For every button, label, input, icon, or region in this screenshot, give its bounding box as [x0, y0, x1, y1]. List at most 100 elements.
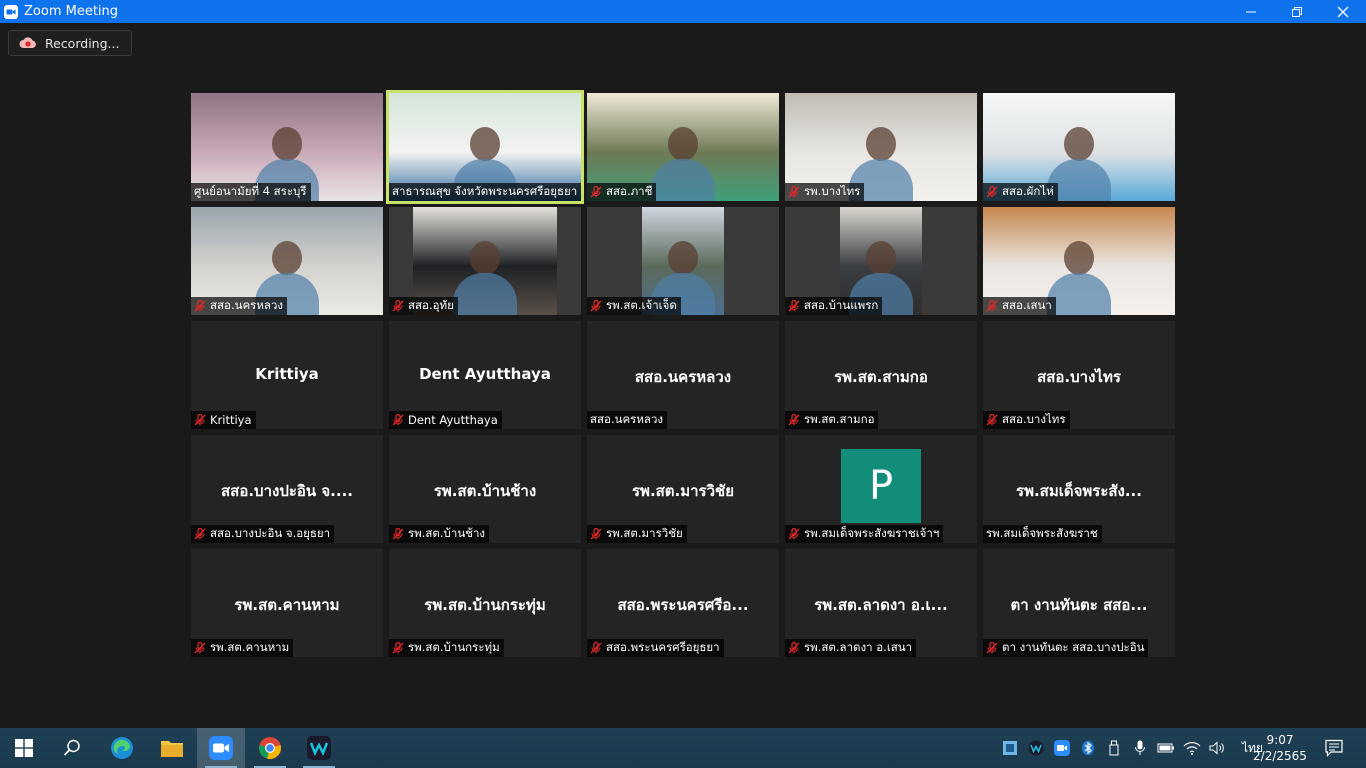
participant-label-text: สสอ.นครหลวง: [590, 412, 664, 426]
participant-display-name: รพ.สต.สามกอ: [834, 368, 928, 386]
participant-name-label: รพ.สต.บ้านกระทุ่ม: [389, 639, 504, 657]
participant-name-label: รพ.สต.สามกอ: [785, 411, 879, 429]
participant-display-name: สสอ.นครหลวง: [634, 368, 732, 386]
network-app-icon[interactable]: [1000, 738, 1020, 758]
zoom-app-icon: [4, 4, 18, 19]
participant-name-label: สสอ.นครหลวง: [587, 411, 668, 429]
microphone-icon[interactable]: [1130, 738, 1150, 758]
participant-label-text: สสอ.บ้านแพรก: [804, 298, 879, 312]
participant-display-name: รพ.สต.บ้านกระทุ่ม: [424, 596, 546, 614]
participant-name-label: สสอ.บางปะอิน จ.อยุธยา: [191, 525, 335, 543]
webex-icon[interactable]: [295, 728, 343, 768]
participant-display-name: Dent Ayutthaya: [419, 365, 551, 383]
participant-tile[interactable]: สาธารณสุข จังหวัดพระนครศรีอยุธยา: [386, 90, 584, 204]
participant-tile[interactable]: P รพ.สมเด็จพระสังฆราชเจ้าฯ: [785, 435, 977, 543]
muted-microphone-icon: [194, 299, 206, 312]
muted-microphone-icon: [392, 641, 404, 654]
participant-tile[interactable]: สสอ.พระนครศรีอ... สสอ.พระนครศรีอยุธยา: [587, 549, 779, 657]
participant-tile[interactable]: ศูนย์อนามัยที่ 4 สระบุรี: [191, 93, 383, 201]
person-silhouette: [272, 127, 302, 161]
person-silhouette: [470, 127, 500, 161]
participant-name-label: รพ.บางไทร: [785, 183, 865, 201]
participant-label-text: รพ.สต.คานหาม: [210, 640, 290, 654]
participant-label-text: Krittiya: [210, 413, 252, 427]
gallery-view: ศูนย์อนามัยที่ 4 สระบุรี สาธารณสุข จังหวั…: [191, 90, 1175, 657]
participant-tile[interactable]: รพ.สมเด็จพระสัง... รพ.สมเด็จพระสังฆราช: [983, 435, 1175, 543]
participant-label-text: สสอ.นครหลวง: [210, 298, 284, 312]
participant-tile[interactable]: สสอ.นครหลวง สสอ.นครหลวง: [587, 321, 779, 429]
participant-label-text: รพ.สมเด็จพระสังฆราชเจ้าฯ: [804, 526, 940, 540]
restore-button[interactable]: [1274, 0, 1320, 23]
battery-icon[interactable]: [1156, 738, 1176, 758]
participant-tile[interactable]: สสอ.บ้านแพรก: [785, 207, 977, 315]
file-explorer-icon[interactable]: [148, 728, 196, 768]
participant-label-text: Dent Ayutthaya: [408, 413, 498, 427]
edge-browser-icon[interactable]: [98, 728, 146, 768]
muted-microphone-icon: [788, 641, 800, 654]
participant-display-name: สสอ.พระนครศรีอ...: [617, 596, 749, 614]
participant-tile[interactable]: ตา งานทันตะ สสอ... ตา งานทันตะ สสอ.บางปะอ…: [983, 549, 1175, 657]
participant-tile[interactable]: รพ.บางไทร: [785, 93, 977, 201]
clock[interactable]: 9:07 2/2/2565: [1250, 732, 1310, 764]
notifications-icon[interactable]: [1310, 728, 1358, 768]
participant-display-name: รพ.สต.บ้านช้าง: [433, 482, 537, 500]
muted-microphone-icon: [986, 641, 998, 654]
participant-name-label: สสอ.บ้านแพรก: [785, 297, 883, 315]
clock-date: 2/2/2565: [1253, 749, 1307, 763]
participant-tile[interactable]: Dent Ayutthaya Dent Ayutthaya: [389, 321, 581, 429]
participant-label-text: รพ.สต.บ้านช้าง: [408, 526, 486, 540]
participant-label-text: สสอ.บางไทร: [1002, 412, 1066, 426]
participant-tile[interactable]: สสอ.บางไทร สสอ.บางไทร: [983, 321, 1175, 429]
participant-label-text: รพ.สต.เจ้าเจ็ด: [606, 298, 677, 312]
recording-indicator[interactable]: Recording...: [8, 30, 132, 56]
person-silhouette: [272, 241, 302, 275]
zoom-taskbar-icon[interactable]: [197, 728, 245, 768]
participant-tile[interactable]: รพ.สต.บ้านกระทุ่ม รพ.สต.บ้านกระทุ่ม: [389, 549, 581, 657]
participant-tile[interactable]: สสอ.อุทัย: [389, 207, 581, 315]
chrome-icon[interactable]: [246, 728, 294, 768]
zoom-tray-icon[interactable]: [1052, 738, 1072, 758]
participant-name-label: รพ.สมเด็จพระสังฆราช: [983, 525, 1102, 543]
close-button[interactable]: [1320, 0, 1366, 23]
wifi-icon[interactable]: [1182, 738, 1202, 758]
muted-microphone-icon: [986, 299, 998, 312]
muted-microphone-icon: [392, 299, 404, 312]
participant-label-text: รพ.สมเด็จพระสังฆราช: [986, 526, 1098, 540]
usb-drive-icon[interactable]: [1104, 738, 1124, 758]
participant-tile[interactable]: รพ.สต.ลาดงา อ.เ... รพ.สต.ลาดงา อ.เสนา: [785, 549, 977, 657]
bluetooth-icon[interactable]: [1078, 738, 1098, 758]
participant-name-label: สสอ.นครหลวง: [191, 297, 288, 315]
volume-icon[interactable]: [1208, 738, 1228, 758]
webex-tray-icon[interactable]: [1026, 738, 1046, 758]
person-silhouette: [668, 241, 698, 275]
participant-display-name: รพ.สต.ลาดงา อ.เ...: [814, 596, 948, 614]
participant-label-text: รพ.สต.สามกอ: [804, 412, 875, 426]
participant-tile[interactable]: สสอ.บางปะอิน จ.... สสอ.บางปะอิน จ.อยุธยา: [191, 435, 383, 543]
participant-tile[interactable]: รพ.สต.คานหาม รพ.สต.คานหาม: [191, 549, 383, 657]
participant-label-text: สสอ.เสนา: [1002, 298, 1052, 312]
search-button[interactable]: [48, 728, 96, 768]
muted-microphone-icon: [194, 413, 206, 426]
muted-microphone-icon: [590, 641, 602, 654]
participant-label-text: รพ.สต.บ้านกระทุ่ม: [408, 640, 500, 654]
participant-label-text: ตา งานทันตะ สสอ.บางปะอิน: [1002, 640, 1145, 654]
minimize-button[interactable]: [1228, 0, 1274, 23]
participant-tile[interactable]: รพ.สต.บ้านช้าง รพ.สต.บ้านช้าง: [389, 435, 581, 543]
participant-label-text: สสอ.อุทัย: [408, 298, 454, 312]
participant-tile[interactable]: รพ.สต.สามกอ รพ.สต.สามกอ: [785, 321, 977, 429]
person-silhouette: [866, 241, 896, 275]
participant-label-text: สสอ.ผักไห่: [1002, 184, 1054, 198]
person-silhouette: [1064, 241, 1094, 275]
participant-label-text: สสอ.ภาชี: [606, 184, 653, 198]
participant-label-text: สสอ.บางปะอิน จ.อยุธยา: [210, 526, 331, 540]
participant-tile[interactable]: Krittiya Krittiya: [191, 321, 383, 429]
participant-tile[interactable]: รพ.สต.มารวิชัย รพ.สต.มารวิชัย: [587, 435, 779, 543]
person-silhouette: [668, 127, 698, 161]
cloud-recording-icon: [19, 34, 37, 53]
participant-tile[interactable]: สสอ.ภาชี: [587, 93, 779, 201]
participant-tile[interactable]: รพ.สต.เจ้าเจ็ด: [587, 207, 779, 315]
start-button[interactable]: [0, 728, 48, 768]
participant-tile[interactable]: สสอ.นครหลวง: [191, 207, 383, 315]
participant-tile[interactable]: สสอ.ผักไห่: [983, 93, 1175, 201]
participant-tile[interactable]: สสอ.เสนา: [983, 207, 1175, 315]
